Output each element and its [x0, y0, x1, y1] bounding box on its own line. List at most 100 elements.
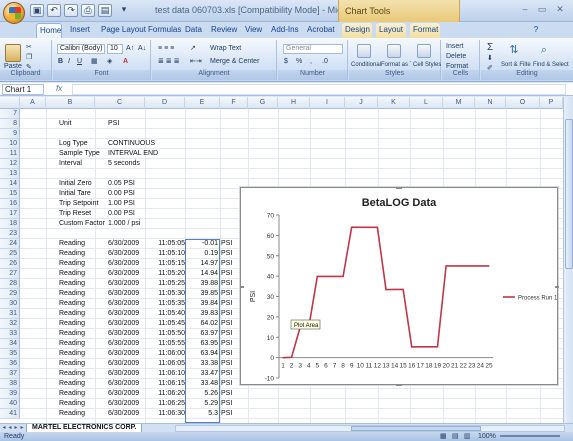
- column-header[interactable]: A: [20, 97, 46, 109]
- tab-add-ins[interactable]: Add-Ins: [268, 23, 300, 38]
- cell-d[interactable]: 11:05:50: [145, 329, 185, 339]
- column-header[interactable]: D: [145, 97, 185, 109]
- cell-b[interactable]: Initial Tare: [59, 189, 109, 199]
- cell-f[interactable]: PSI: [221, 369, 239, 379]
- tab-review[interactable]: Review: [208, 23, 238, 38]
- cell-b[interactable]: Reading: [59, 379, 109, 389]
- cell-b[interactable]: Reading: [59, 309, 109, 319]
- cell-d[interactable]: [145, 179, 185, 189]
- cell-d[interactable]: [145, 229, 185, 239]
- cell-f[interactable]: [221, 159, 239, 169]
- cell-e[interactable]: 39.88: [186, 279, 218, 289]
- cell-d[interactable]: 11:05:45: [145, 319, 185, 329]
- zoom-level[interactable]: 100%: [478, 432, 496, 441]
- cell-f[interactable]: PSI: [221, 409, 239, 419]
- cell-f[interactable]: [221, 189, 239, 199]
- row-header[interactable]: 11: [0, 149, 20, 159]
- cell-b[interactable]: Reading: [59, 349, 109, 359]
- left-align-icon[interactable]: ≣≣≣: [158, 57, 182, 67]
- cell-d[interactable]: 11:05:15: [145, 259, 185, 269]
- cell-e[interactable]: 64.02: [186, 319, 218, 329]
- cell-d[interactable]: 11:06:20: [145, 389, 185, 399]
- row-header[interactable]: 16: [0, 199, 20, 209]
- top-align-icon[interactable]: ≡≡≡: [158, 44, 176, 54]
- cell-e[interactable]: 14.97: [186, 259, 218, 269]
- decimal-icon[interactable]: .0: [322, 57, 328, 67]
- cell-f[interactable]: [221, 179, 239, 189]
- column-header[interactable]: L: [410, 97, 443, 109]
- row-header[interactable]: 25: [0, 249, 20, 259]
- cell-e[interactable]: 39.84: [186, 299, 218, 309]
- tab-page-layout[interactable]: Page Layout: [98, 23, 146, 38]
- row-header[interactable]: 30: [0, 299, 20, 309]
- cell-e[interactable]: 63.95: [186, 339, 218, 349]
- font-name-combo[interactable]: Calibri (Body): [57, 44, 105, 54]
- merge-center-button[interactable]: Merge & Center: [210, 57, 259, 67]
- sort-filter-button[interactable]: Sort & Filter: [501, 60, 531, 70]
- cell-e[interactable]: 39.85: [186, 289, 218, 299]
- help-icon[interactable]: ?: [530, 23, 542, 38]
- conditional-formatting-icon[interactable]: [357, 44, 371, 58]
- cell-e[interactable]: 63.94: [186, 349, 218, 359]
- cell-e[interactable]: [186, 229, 218, 239]
- cell-f[interactable]: [221, 229, 239, 239]
- cell-b[interactable]: Reading: [59, 319, 109, 329]
- cell-f[interactable]: PSI: [221, 359, 239, 369]
- cell-d[interactable]: 11:05:20: [145, 269, 185, 279]
- cell-f[interactable]: PSI: [221, 379, 239, 389]
- tab-insert[interactable]: Insert: [67, 23, 93, 38]
- cell-b[interactable]: Reading: [59, 249, 109, 259]
- fill-color-icon[interactable]: ◈: [107, 57, 112, 67]
- cell-f[interactable]: PSI: [221, 279, 239, 289]
- tab-design[interactable]: Design: [342, 23, 372, 38]
- bold-icon[interactable]: B: [58, 57, 63, 67]
- cell-d[interactable]: [145, 129, 185, 139]
- row-header[interactable]: 12: [0, 159, 20, 169]
- column-header[interactable]: M: [443, 97, 475, 109]
- cell-b[interactable]: Reading: [59, 399, 109, 409]
- cell-d[interactable]: [145, 149, 185, 159]
- vertical-scrollbar[interactable]: [563, 97, 573, 423]
- cell-b[interactable]: Log Type: [59, 139, 109, 149]
- cell-b[interactable]: Reading: [59, 279, 109, 289]
- tab-acrobat[interactable]: Acrobat: [304, 23, 336, 38]
- row-header[interactable]: 28: [0, 279, 20, 289]
- cell-f[interactable]: PSI: [221, 309, 239, 319]
- cell-f[interactable]: PSI: [221, 299, 239, 309]
- tab-view[interactable]: View: [242, 23, 264, 38]
- tab-home[interactable]: Home: [36, 23, 62, 38]
- close-icon[interactable]: ✕: [553, 3, 567, 15]
- view-page-layout-icon[interactable]: ▤: [452, 432, 459, 441]
- cell-d[interactable]: [145, 119, 185, 129]
- cell-f[interactable]: [221, 169, 239, 179]
- row-header[interactable]: 26: [0, 259, 20, 269]
- cell-d[interactable]: 11:06:05: [145, 359, 185, 369]
- row-header[interactable]: 38: [0, 379, 20, 389]
- row-header[interactable]: 23: [0, 229, 20, 239]
- cell-b[interactable]: Reading: [59, 339, 109, 349]
- row-header[interactable]: 31: [0, 309, 20, 319]
- cell-d[interactable]: [145, 189, 185, 199]
- undo-icon[interactable]: ↶: [47, 4, 61, 17]
- cell-f[interactable]: PSI: [221, 319, 239, 329]
- cell-d[interactable]: [145, 199, 185, 209]
- row-header[interactable]: 9: [0, 129, 20, 139]
- find-select-icon[interactable]: ⌕: [537, 43, 551, 57]
- cell-b[interactable]: [59, 109, 109, 119]
- row-header[interactable]: 14: [0, 179, 20, 189]
- cell-f[interactable]: PSI: [221, 349, 239, 359]
- cell-d[interactable]: 11:06:15: [145, 379, 185, 389]
- borders-icon[interactable]: ▦: [91, 57, 98, 67]
- currency-button[interactable]: $: [284, 57, 288, 67]
- column-header[interactable]: E: [185, 97, 220, 109]
- cell-b[interactable]: Reading: [59, 239, 109, 249]
- comma-icon[interactable]: ,: [310, 57, 312, 67]
- cell-d[interactable]: [145, 139, 185, 149]
- select-all-corner[interactable]: [0, 97, 20, 109]
- number-format-combo[interactable]: General: [283, 44, 343, 54]
- fill-icon[interactable]: ⬇: [487, 54, 493, 64]
- wrap-text-button[interactable]: Wrap Text: [210, 44, 241, 54]
- last-sheet-icon[interactable]: ▸: [19, 424, 25, 432]
- cell-d[interactable]: 11:06:25: [145, 399, 185, 409]
- cell-d[interactable]: [145, 159, 185, 169]
